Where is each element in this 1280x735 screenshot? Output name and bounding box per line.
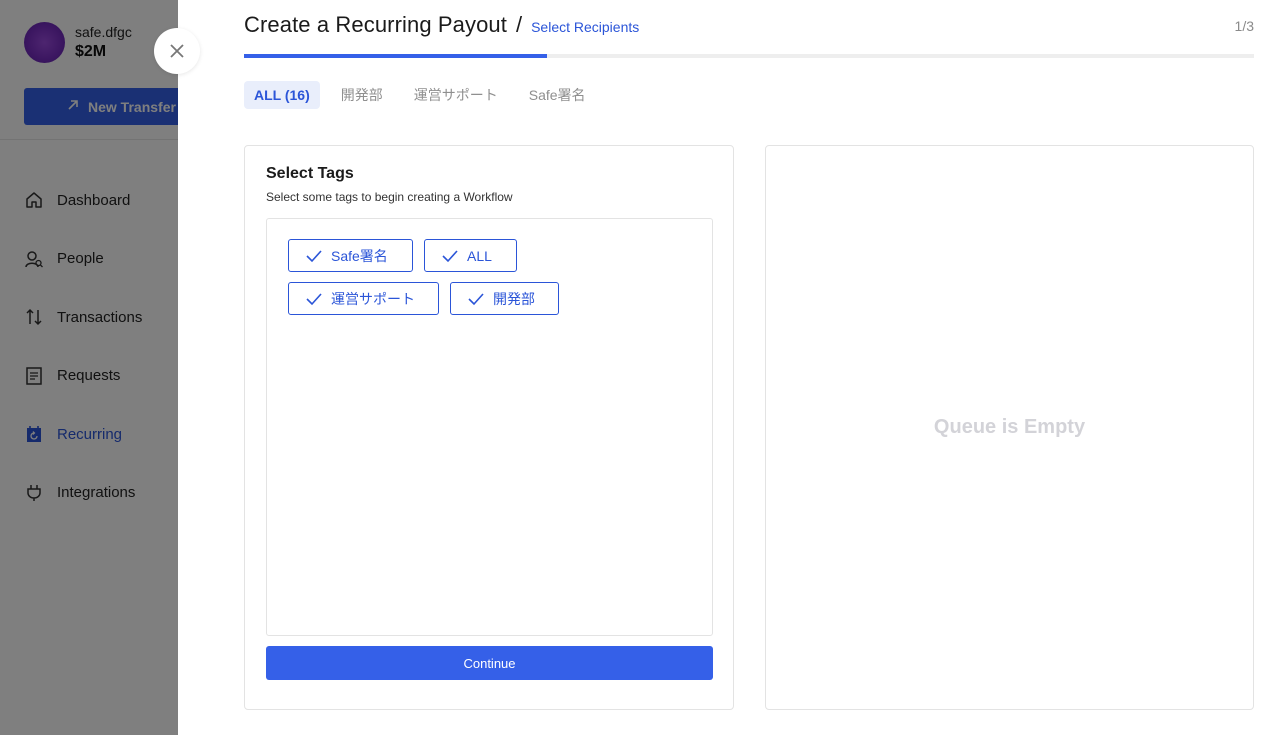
check-icon bbox=[306, 249, 322, 262]
breadcrumb-select-recipients[interactable]: Select Recipients bbox=[531, 19, 639, 35]
tag-all[interactable]: ALL bbox=[424, 239, 517, 272]
check-icon bbox=[442, 249, 458, 262]
tag-operations-support[interactable]: 運営サポート bbox=[288, 282, 439, 315]
tab-operations-support[interactable]: 運営サポート bbox=[404, 79, 508, 111]
tab-safe-signature[interactable]: Safe署名 bbox=[519, 79, 596, 111]
tag-label: ALL bbox=[467, 247, 492, 264]
tag-row: Safe署名 ALL bbox=[288, 239, 528, 272]
breadcrumb-separator: / bbox=[515, 12, 523, 37]
step-indicator: 1/3 bbox=[1234, 18, 1254, 34]
tag-safe-signature[interactable]: Safe署名 bbox=[288, 239, 413, 272]
check-icon bbox=[306, 292, 322, 305]
queue-empty-message: Queue is Empty bbox=[933, 416, 1086, 438]
tag-list: Safe署名 ALL 運営サポート 開発部 bbox=[266, 218, 713, 636]
queue-card: Queue is Empty bbox=[765, 145, 1254, 710]
continue-button[interactable]: Continue bbox=[266, 646, 713, 680]
tag-label: 開発部 bbox=[493, 290, 535, 307]
progress-fill bbox=[244, 54, 547, 58]
tag-tabs: ALL (16) 開発部 運営サポート Safe署名 bbox=[244, 79, 607, 111]
close-icon bbox=[170, 44, 184, 58]
recurring-payout-panel: Create a Recurring Payout / Select Recip… bbox=[178, 0, 1280, 735]
panel-header: Create a Recurring Payout / Select Recip… bbox=[244, 12, 639, 38]
tag-label: 運営サポート bbox=[331, 290, 415, 307]
select-tags-title: Select Tags bbox=[266, 165, 354, 182]
select-tags-card: Select Tags Select some tags to begin cr… bbox=[244, 145, 734, 710]
tab-development[interactable]: 開発部 bbox=[331, 79, 393, 111]
tab-all[interactable]: ALL (16) bbox=[244, 81, 320, 109]
check-icon bbox=[468, 292, 484, 305]
progress-bar bbox=[244, 54, 1254, 58]
close-button[interactable] bbox=[154, 28, 200, 74]
tag-label: Safe署名 bbox=[331, 247, 388, 264]
select-tags-subtitle: Select some tags to begin creating a Wor… bbox=[266, 190, 513, 204]
tag-development[interactable]: 開発部 bbox=[450, 282, 559, 315]
page-title: Create a Recurring Payout bbox=[244, 12, 507, 37]
tag-row: 運営サポート 開発部 bbox=[288, 282, 570, 315]
